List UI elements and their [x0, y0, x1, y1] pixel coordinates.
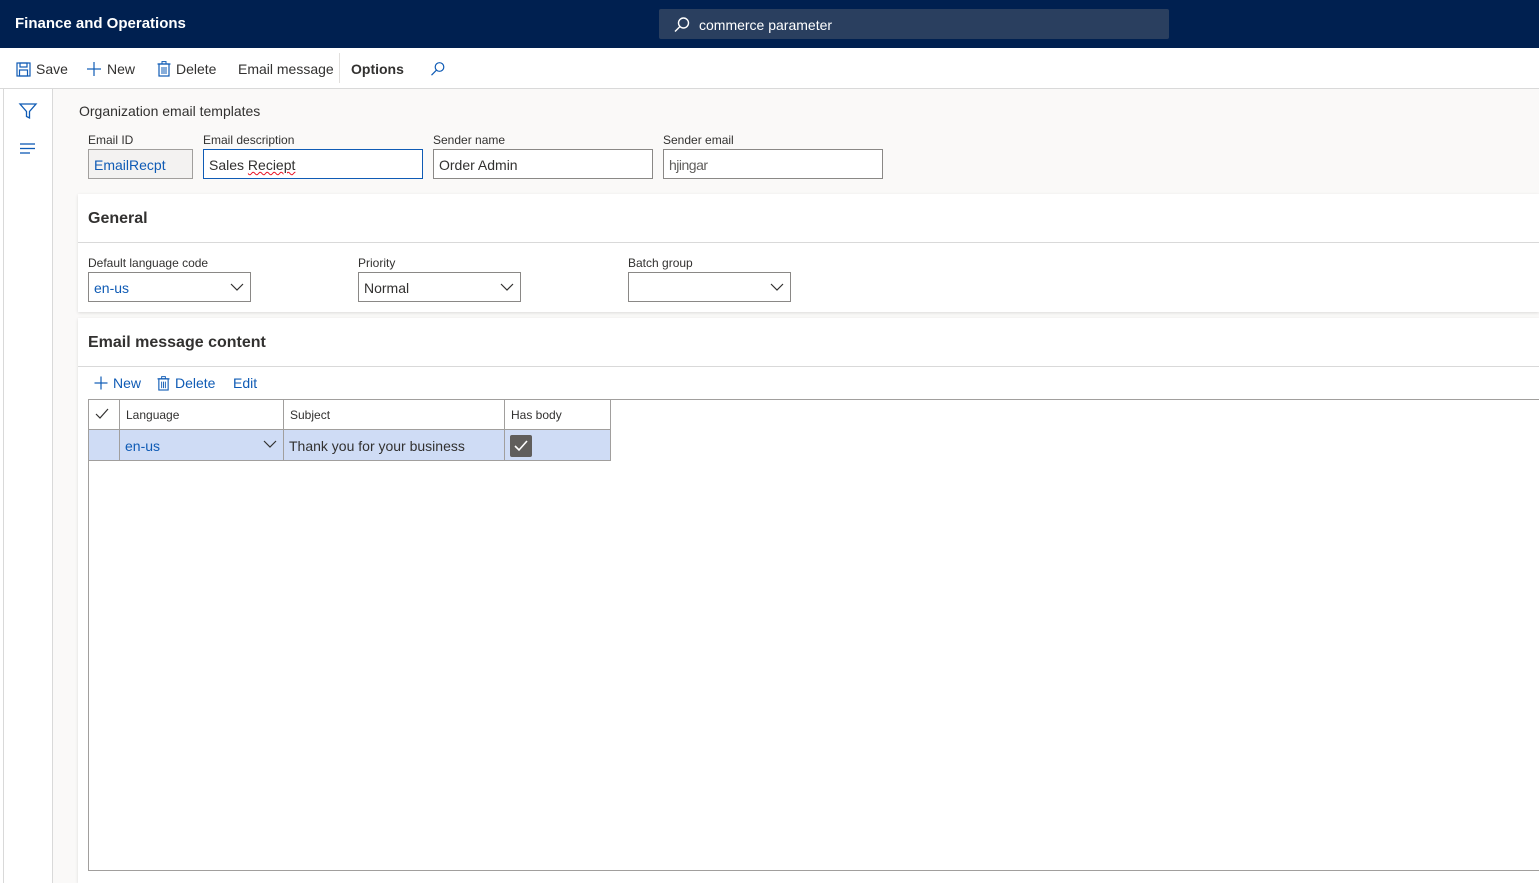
priority-label: Priority — [358, 256, 396, 270]
sender-email-field[interactable]: hjingar — [663, 149, 883, 179]
save-icon — [16, 61, 31, 77]
table-row[interactable]: en-us Thank you for your business — [89, 430, 611, 461]
section-divider — [78, 366, 1539, 367]
email-description-label: Email description — [203, 133, 295, 147]
app-title[interactable]: Finance and Operations — [15, 15, 186, 32]
email-id-label: Email ID — [88, 133, 134, 147]
chevron-down-icon — [770, 283, 784, 291]
checkmark-icon — [514, 440, 528, 452]
save-button[interactable]: Save — [16, 60, 68, 78]
has-body-checkbox[interactable] — [510, 435, 532, 457]
sender-email-label: Sender email — [663, 133, 734, 147]
chevron-down-icon — [263, 440, 277, 448]
plus-icon — [87, 62, 101, 76]
options-tab[interactable]: Options — [351, 60, 404, 78]
has-body-cell — [505, 430, 611, 461]
action-search-button[interactable] — [430, 60, 451, 78]
search-box[interactable]: commerce parameter — [659, 9, 1169, 39]
action-pane: Save New Delete Email message Options — [0, 48, 1539, 89]
column-header-language[interactable]: Language — [120, 400, 284, 430]
main-content: Organization email templates Email ID Em… — [54, 89, 1539, 883]
list-icon[interactable] — [18, 139, 38, 159]
page-caption: Organization email templates — [79, 103, 261, 119]
checkmark-icon — [95, 408, 109, 419]
grid-header: Language Subject Has body — [89, 400, 611, 430]
language-cell-value: en-us — [125, 438, 161, 454]
email-message-content-title[interactable]: Email message content — [88, 334, 266, 352]
trash-icon — [157, 375, 170, 391]
grid-delete-button[interactable]: Delete — [157, 375, 215, 391]
general-title[interactable]: General — [88, 210, 148, 228]
delete-button[interactable]: Delete — [157, 60, 216, 78]
search-icon — [674, 17, 690, 32]
email-message-content-section: Email message content New Delete Edit La… — [78, 318, 1539, 883]
grid-delete-label: Delete — [175, 375, 216, 391]
sender-name-field[interactable]: Order Admin — [433, 149, 653, 179]
subject-cell[interactable]: Thank you for your business — [284, 430, 505, 461]
new-label: New — [107, 61, 136, 77]
select-all-checkbox[interactable] — [89, 400, 120, 430]
top-nav-bar: Finance and Operations commerce paramete… — [0, 0, 1539, 48]
row-selector[interactable] — [89, 430, 120, 461]
delete-label: Delete — [176, 61, 217, 77]
default-language-label: Default language code — [88, 256, 209, 270]
divider — [339, 53, 340, 83]
section-divider — [78, 242, 1539, 243]
batch-group-select[interactable] — [628, 272, 791, 302]
email-message-tab[interactable]: Email message — [238, 60, 334, 78]
plus-icon — [94, 376, 108, 390]
batch-group-label: Batch group — [628, 256, 693, 270]
email-description-field[interactable]: Sales Reciept — [203, 149, 423, 179]
sender-name-label: Sender name — [433, 133, 506, 147]
general-section: General Default language code en-us Prio… — [78, 194, 1539, 312]
grid-new-label: New — [113, 375, 142, 391]
new-button[interactable]: New — [86, 60, 135, 78]
grid-new-button[interactable]: New — [94, 375, 141, 391]
search-icon — [431, 62, 445, 76]
default-language-select[interactable]: en-us — [88, 272, 251, 302]
priority-select[interactable]: Normal — [358, 272, 521, 302]
email-content-grid: Language Subject Has body en-us Thank yo… — [88, 399, 1539, 871]
chevron-down-icon — [500, 283, 514, 291]
save-label: Save — [36, 61, 68, 77]
grid-edit-button[interactable]: Edit — [233, 375, 257, 391]
chevron-down-icon — [230, 283, 244, 291]
misspelled-word: Reciept — [247, 157, 296, 173]
search-input[interactable]: commerce parameter — [699, 17, 832, 33]
filter-icon[interactable] — [18, 101, 38, 121]
default-language-value: en-us — [94, 280, 130, 296]
left-rail — [0, 89, 53, 883]
language-cell[interactable]: en-us — [120, 430, 284, 461]
rail-edge — [0, 89, 4, 883]
column-header-has-body[interactable]: Has body — [505, 400, 611, 430]
column-header-subject[interactable]: Subject — [284, 400, 505, 430]
email-description-text: Sales — [209, 157, 248, 173]
trash-icon — [157, 61, 171, 77]
email-id-field[interactable]: EmailRecpt — [88, 149, 193, 179]
priority-value: Normal — [364, 280, 410, 296]
